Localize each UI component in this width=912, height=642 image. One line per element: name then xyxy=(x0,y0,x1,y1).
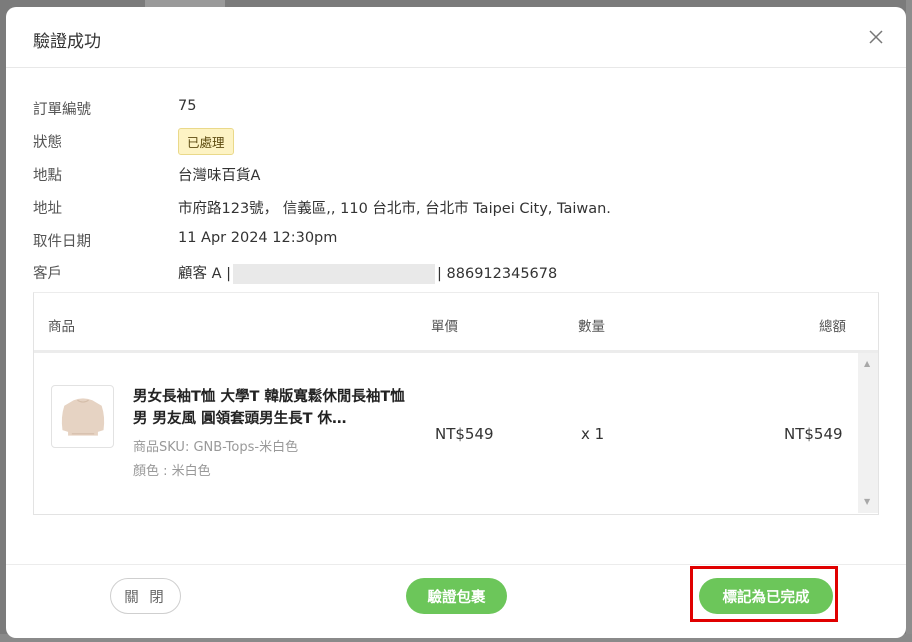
mark-complete-button[interactable]: 標記為已完成 xyxy=(699,578,833,614)
scroll-up-arrow-icon[interactable]: ▲ xyxy=(864,359,870,368)
total-cell: NT$549 xyxy=(784,425,843,443)
pickup-date-value: 11 Apr 2024 12:30pm xyxy=(178,230,338,246)
redacted-email xyxy=(233,264,436,284)
address-label: 地址 xyxy=(33,201,62,217)
modal-footer: 關 閉 驗證包裹 標記為已完成 xyxy=(6,564,906,638)
order-number-value: 75 xyxy=(178,98,197,114)
background-page-edge xyxy=(906,0,912,642)
modal-header: 驗證成功 xyxy=(6,7,906,68)
verify-package-button[interactable]: 驗證包裹 xyxy=(406,578,507,614)
address-value: 市府路123號， 信義區,, 110 台北市, 台北市 Taipei City,… xyxy=(178,201,611,217)
header-product: 商品 xyxy=(48,319,75,335)
close-button[interactable]: 關 閉 xyxy=(110,578,181,614)
header-quantity: 數量 xyxy=(578,319,605,335)
quantity-cell: x 1 xyxy=(581,425,605,443)
product-image xyxy=(51,385,114,448)
product-name: 男女長袖T恤 大學T 韓版寬鬆休閒長袖T恤男 男友風 圓領套頭男生長T 休… xyxy=(133,389,405,427)
location-label: 地點 xyxy=(33,168,62,184)
customer-label: 客戶 xyxy=(33,266,62,282)
customer-value: 顧客 A | | 886912345678 xyxy=(178,262,557,284)
pickup-date-label: 取件日期 xyxy=(33,234,91,250)
product-sku: 商品SKU: GNB-Tops-米白色 xyxy=(133,440,299,455)
customer-name: 顧客 A | xyxy=(178,266,232,282)
header-unit-price: 單價 xyxy=(431,319,458,335)
status-label: 狀態 xyxy=(33,135,62,151)
header-total: 總額 xyxy=(819,319,846,335)
product-color: 顏色 : 米白色 xyxy=(133,464,211,479)
table-scrollbar[interactable]: ▲ ▼ xyxy=(858,353,878,513)
order-number-label: 訂單編號 xyxy=(33,102,91,118)
status-badge-wrap: 已處理 xyxy=(178,128,234,155)
modal-title: 驗證成功 xyxy=(33,32,101,52)
table-header: 商品 單價 數量 總額 xyxy=(34,293,878,353)
location-value: 台灣味百貨A xyxy=(178,168,261,184)
customer-phone: | 886912345678 xyxy=(437,266,558,282)
scroll-down-arrow-icon[interactable]: ▼ xyxy=(864,497,870,506)
unit-price-cell: NT$549 xyxy=(435,425,494,443)
table-row: 男女長袖T恤 大學T 韓版寬鬆休閒長袖T恤男 男友風 圓領套頭男生長T 休… 商… xyxy=(34,353,878,513)
order-items-table: 商品 單價 數量 總額 男女長袖T恤 大學T 韓版寬鬆休閒長袖T恤男 男友風 圓… xyxy=(33,292,879,515)
verification-modal: 驗證成功 訂單編號 75 狀態 已處理 地點 台灣味百貨A 地址 市府路123號… xyxy=(6,7,906,638)
close-icon[interactable] xyxy=(866,27,886,47)
status-badge: 已處理 xyxy=(178,128,234,155)
